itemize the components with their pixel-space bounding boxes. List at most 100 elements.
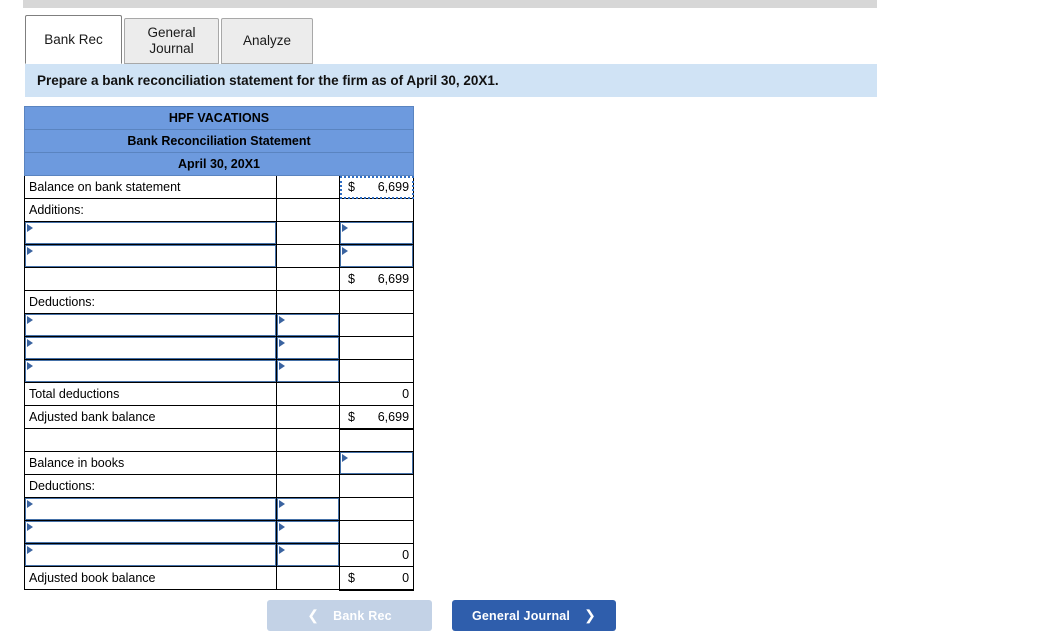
row-value-cell <box>338 520 415 544</box>
table-row: Deductions: <box>24 474 415 498</box>
row-mid-cell <box>276 405 340 429</box>
row-label-deductions-books: Deductions: <box>24 474 277 498</box>
tab-bank-rec-label: Bank Rec <box>44 31 103 47</box>
tab-general-journal-label: General Journal <box>147 25 196 56</box>
value-text: 0 <box>402 570 410 585</box>
table-row: Adjusted book balance $0 <box>24 566 415 591</box>
bank-deduction-amount-input-3[interactable] <box>276 359 340 383</box>
row-value-cell <box>338 336 415 360</box>
row-mid-cell <box>276 198 340 222</box>
worksheet-statement-name: Bank Reconciliation Statement <box>23 129 415 153</box>
table-row: Additions: <box>24 198 415 222</box>
worksheet-title-row: Bank Reconciliation Statement <box>23 129 415 153</box>
row-label-balance-on-bank-statement: Balance on bank statement <box>24 175 277 199</box>
value-text: 6,699 <box>377 180 410 194</box>
table-row: Total deductions 0 <box>24 382 415 406</box>
row-label-spacer <box>24 428 277 452</box>
row-value-bank-subtotal: $6,699 <box>338 267 415 291</box>
tab-analyze[interactable]: Analyze <box>221 18 313 64</box>
row-mid-cell <box>276 428 340 452</box>
addition-amount-input-2[interactable] <box>338 244 415 268</box>
worksheet-title-row: HPF VACATIONS <box>23 106 415 130</box>
row-value-cell <box>338 313 415 337</box>
row-value-cell <box>338 290 415 314</box>
row-mid-cell <box>276 175 340 199</box>
addition-description-input-2[interactable] <box>24 244 277 268</box>
table-row <box>24 359 415 383</box>
table-row <box>24 428 415 452</box>
table-row <box>24 313 415 337</box>
row-value-adjusted-bank-balance: $6,699 <box>338 405 415 430</box>
row-value-cell <box>338 497 415 521</box>
tab-general-journal[interactable]: General Journal <box>124 18 219 64</box>
tab-bank-rec[interactable]: Bank Rec <box>25 15 122 64</box>
bank-deduction-amount-input-2[interactable] <box>276 336 340 360</box>
row-label-blank <box>24 267 277 291</box>
worksheet-statement-date: April 30, 20X1 <box>23 152 415 176</box>
dollar-sign: $ <box>348 570 355 585</box>
bank-deduction-description-input-1[interactable] <box>24 313 277 337</box>
book-deduction-description-input-3[interactable] <box>24 543 277 567</box>
chevron-right-icon: ❯ <box>584 607 597 623</box>
dollar-sign: $ <box>348 272 355 286</box>
row-mid-cell <box>276 244 340 268</box>
row-label-additions: Additions: <box>24 198 277 222</box>
instruction-banner: Prepare a bank reconciliation statement … <box>25 64 877 97</box>
row-label-adjusted-bank-balance: Adjusted bank balance <box>24 405 277 429</box>
row-mid-cell <box>276 267 340 291</box>
instruction-text: Prepare a bank reconciliation statement … <box>37 73 499 88</box>
table-row: 0 <box>24 543 415 567</box>
book-deduction-amount-input-2[interactable] <box>276 520 340 544</box>
book-deduction-description-input-2[interactable] <box>24 520 277 544</box>
row-mid-cell <box>276 221 340 245</box>
table-row <box>24 520 415 544</box>
app-root: Bank Rec General Journal Analyze Prepare… <box>0 0 1043 635</box>
table-row: $6,699 <box>24 267 415 291</box>
table-row <box>24 336 415 360</box>
row-value-cell <box>338 359 415 383</box>
row-value-total-deductions: 0 <box>338 382 415 406</box>
table-row: Balance in books <box>24 451 415 475</box>
bank-reconciliation-worksheet: HPF VACATIONS Bank Reconciliation Statem… <box>23 106 415 591</box>
value-text: 6,699 <box>377 272 410 286</box>
row-mid-cell <box>276 451 340 475</box>
row-mid-cell <box>276 382 340 406</box>
book-deduction-amount-input-1[interactable] <box>276 497 340 521</box>
row-value-balance-on-bank-statement[interactable]: $6,699 <box>338 175 415 199</box>
tab-bar: Bank Rec General Journal Analyze <box>25 15 313 64</box>
dollar-sign: $ <box>348 180 355 194</box>
book-deduction-amount-input-3[interactable] <box>276 543 340 567</box>
footer-navigation: ❮ Bank Rec General Journal ❯ <box>0 600 1043 635</box>
addition-description-input-1[interactable] <box>24 221 277 245</box>
tab-analyze-label: Analyze <box>242 33 292 48</box>
worksheet-title-row: April 30, 20X1 <box>23 152 415 176</box>
table-row <box>24 497 415 521</box>
balance-in-books-input[interactable] <box>338 451 415 475</box>
row-value-cell <box>338 428 415 452</box>
book-deduction-description-input-1[interactable] <box>24 497 277 521</box>
worksheet-company-name: HPF VACATIONS <box>23 106 415 130</box>
table-row: Adjusted bank balance $6,699 <box>24 405 415 430</box>
bank-deduction-description-input-2[interactable] <box>24 336 277 360</box>
next-button-label: General Journal <box>471 608 571 623</box>
row-mid-cell <box>276 566 340 590</box>
prev-bank-rec-button[interactable]: ❮ Bank Rec <box>267 600 432 631</box>
row-label-adjusted-book-balance: Adjusted book balance <box>24 566 277 590</box>
row-mid-cell <box>276 290 340 314</box>
row-mid-cell <box>276 474 340 498</box>
next-general-journal-button[interactable]: General Journal ❯ <box>452 600 616 631</box>
value-text: 6,699 <box>377 409 410 424</box>
row-value-book-total-deductions: 0 <box>338 543 415 567</box>
chevron-left-icon: ❮ <box>307 607 320 623</box>
bank-deduction-amount-input-1[interactable] <box>276 313 340 337</box>
row-label-balance-in-books: Balance in books <box>24 451 277 475</box>
row-value-adjusted-book-balance: $0 <box>338 566 415 591</box>
row-value-cell <box>338 198 415 222</box>
addition-amount-input-1[interactable] <box>338 221 415 245</box>
bank-deduction-description-input-3[interactable] <box>24 359 277 383</box>
top-gray-strip <box>23 0 877 8</box>
row-value-cell <box>338 474 415 498</box>
table-row: Balance on bank statement $6,699 <box>24 175 415 199</box>
table-row: Deductions: <box>24 290 415 314</box>
dollar-sign: $ <box>348 409 355 424</box>
